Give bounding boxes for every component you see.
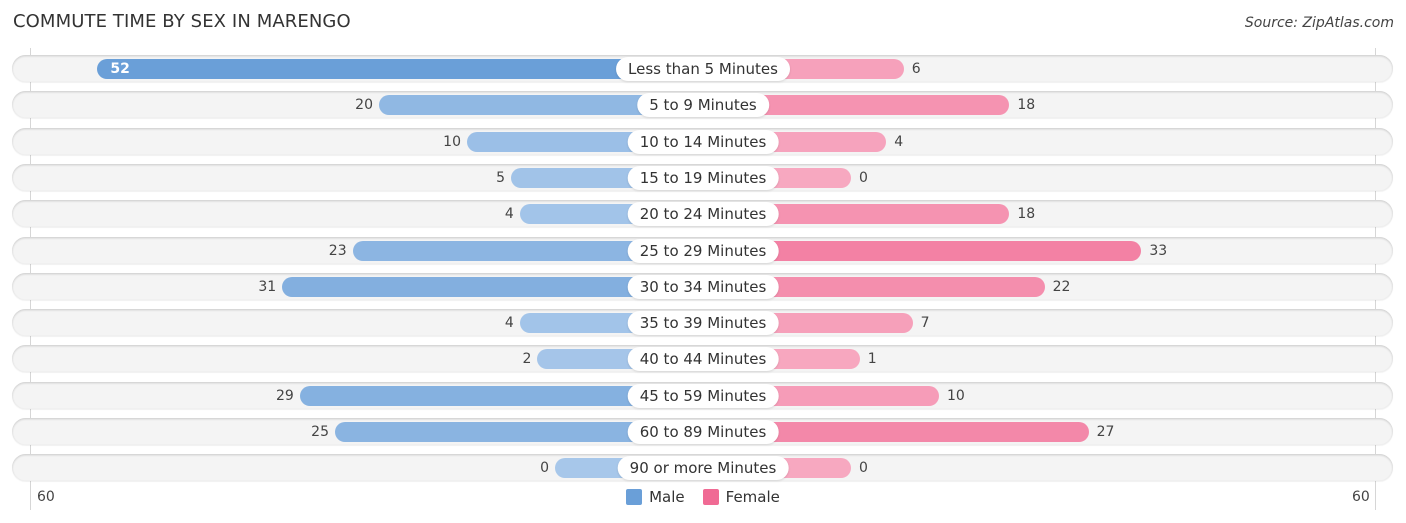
value-label-male: 4 bbox=[504, 314, 514, 331]
legend-item-male[interactable]: Male bbox=[626, 488, 685, 506]
value-label-male: 23 bbox=[328, 242, 347, 259]
value-label-male: 52 bbox=[110, 60, 130, 77]
legend: Male Female bbox=[0, 488, 1406, 506]
legend-label-male: Male bbox=[649, 488, 685, 506]
value-label-male: 20 bbox=[355, 96, 373, 113]
legend-item-female[interactable]: Female bbox=[702, 488, 780, 506]
value-label-female: 4 bbox=[894, 133, 904, 150]
value-label-female: 1 bbox=[867, 350, 877, 367]
category-label: 15 to 19 Minutes bbox=[627, 165, 779, 190]
chart-rows: Less than 5 Minutes 52 6 5 to 9 Minutes 20 18… bbox=[0, 0, 1406, 523]
legend-label-female: Female bbox=[725, 488, 780, 506]
value-label-female: 33 bbox=[1149, 242, 1168, 259]
category-label: 45 to 59 Minutes bbox=[627, 383, 779, 408]
value-label-male: 5 bbox=[496, 169, 505, 186]
value-label-male: 4 bbox=[504, 205, 514, 222]
category-label: 10 to 14 Minutes bbox=[627, 129, 779, 154]
category-label: 40 to 44 Minutes bbox=[627, 346, 779, 371]
legend-swatch-male bbox=[626, 489, 643, 505]
value-label-male: 0 bbox=[540, 459, 549, 476]
value-label-female: 0 bbox=[859, 169, 868, 186]
value-label-male: 2 bbox=[522, 350, 532, 367]
category-label: 35 to 39 Minutes bbox=[627, 310, 779, 335]
category-label: 30 to 34 Minutes bbox=[627, 274, 779, 299]
value-label-female: 22 bbox=[1052, 278, 1071, 295]
category-label: 5 to 9 Minutes bbox=[637, 92, 769, 117]
value-label-female: 6 bbox=[911, 60, 921, 77]
category-label: 20 to 24 Minutes bbox=[627, 201, 779, 226]
value-label-male: 25 bbox=[311, 423, 329, 440]
category-label: 90 or more Minutes bbox=[617, 455, 789, 480]
category-label: Less than 5 Minutes bbox=[616, 56, 790, 81]
value-label-female: 7 bbox=[920, 314, 930, 331]
value-label-male: 29 bbox=[275, 387, 294, 404]
value-label-female: 0 bbox=[859, 459, 868, 476]
value-label-female: 18 bbox=[1017, 205, 1036, 222]
category-label: 60 to 89 Minutes bbox=[627, 419, 779, 444]
legend-swatch-female bbox=[702, 489, 719, 505]
value-label-male: 31 bbox=[258, 278, 277, 295]
value-label-female: 10 bbox=[947, 387, 965, 404]
value-label-female: 27 bbox=[1096, 423, 1115, 440]
value-label-male: 10 bbox=[443, 133, 461, 150]
bar-male[interactable] bbox=[97, 58, 703, 79]
value-label-female: 18 bbox=[1017, 96, 1036, 113]
category-label: 25 to 29 Minutes bbox=[627, 238, 779, 263]
